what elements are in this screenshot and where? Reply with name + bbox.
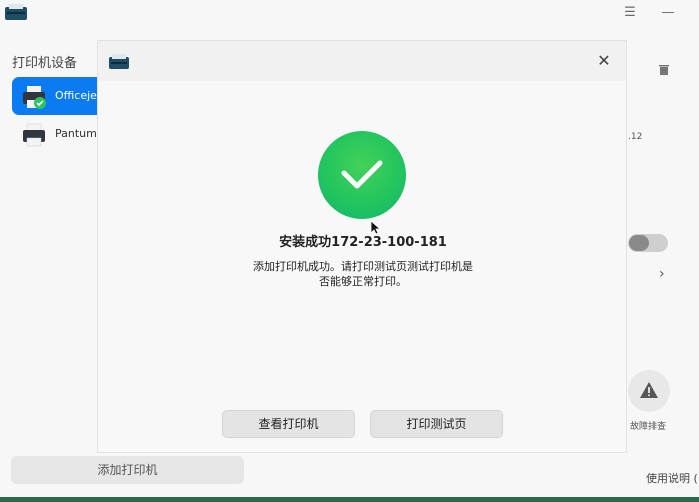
add-printer-button[interactable]: 添加打印机 xyxy=(11,456,244,484)
title-bar: ☰ — xyxy=(0,0,699,32)
printer-app-icon xyxy=(5,4,27,20)
sidebar-title: 打印机设备 xyxy=(12,56,78,71)
sidebar: 打印机设备 Officejet Pantum- xyxy=(0,38,112,450)
menu-icon[interactable]: ☰ xyxy=(617,4,643,22)
printer-ip-fragment: .12 xyxy=(628,132,643,142)
printer-app-icon xyxy=(109,54,129,69)
chevron-right-icon[interactable]: › xyxy=(659,266,665,282)
dialog-title: 安装成功172-23-100-181 xyxy=(279,235,447,250)
troubleshoot-button[interactable] xyxy=(628,370,670,412)
dialog-header: ✕ xyxy=(98,41,626,81)
troubleshoot-label: 故障排查 xyxy=(630,422,667,432)
taskbar-strip xyxy=(0,497,699,502)
dialog-description: 添加打印机成功。请打印测试页测试打印机是否能够正常打印。 xyxy=(253,260,473,288)
success-checkmark-icon xyxy=(318,131,406,219)
printer-icon xyxy=(23,86,46,109)
printer-icon xyxy=(23,123,45,147)
view-printer-button[interactable]: 查看打印机 xyxy=(222,410,355,438)
trash-icon[interactable] xyxy=(658,64,670,76)
warning-icon xyxy=(640,382,658,398)
close-icon[interactable]: ✕ xyxy=(594,51,614,71)
print-test-page-button[interactable]: 打印测试页 xyxy=(370,410,503,438)
minimize-icon[interactable]: — xyxy=(655,4,681,22)
help-link[interactable]: 使用说明 ( xyxy=(646,470,698,486)
sidebar-item-label: Pantum- xyxy=(55,127,101,140)
sidebar-item-label: Officejet xyxy=(55,89,102,102)
install-success-dialog: ✕ 安装成功172-23-100-181 添加打印机成功。请打印测试页测试打印机… xyxy=(97,40,627,453)
shared-toggle[interactable] xyxy=(628,234,668,252)
